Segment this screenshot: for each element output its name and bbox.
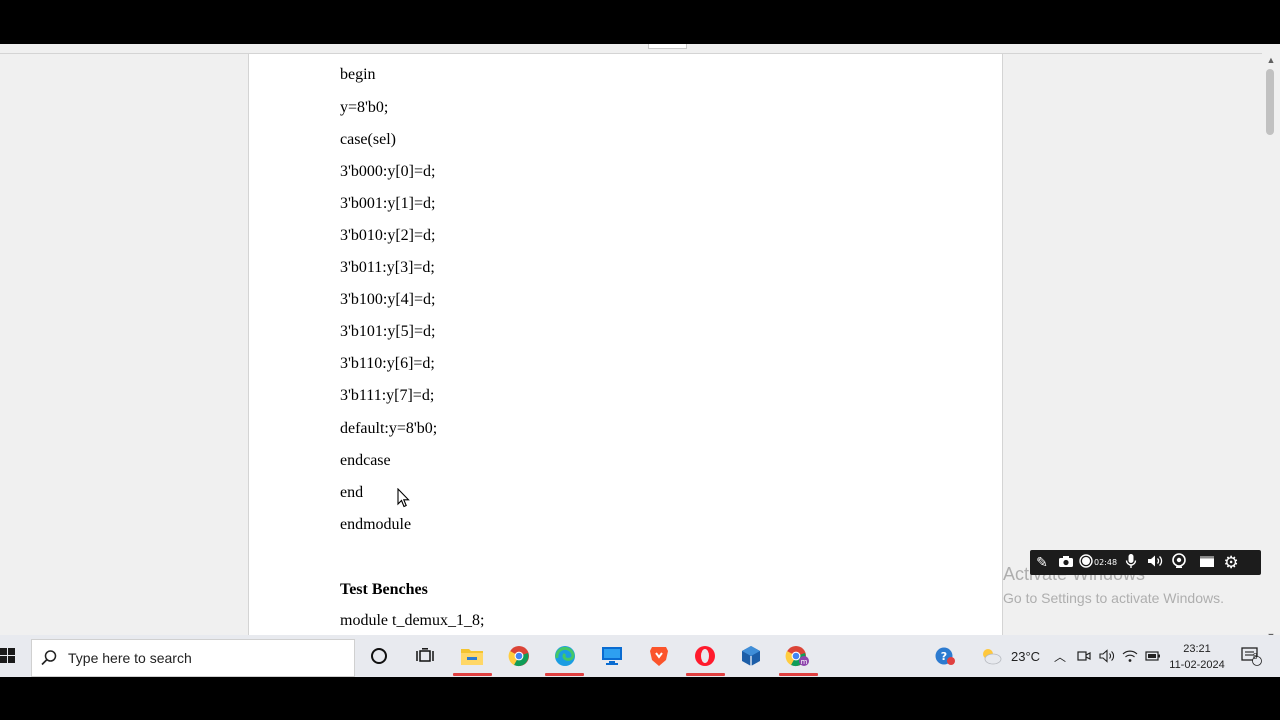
word-document-window: begin y=8'b0; case(sel) 3'b000:y[0]=d; 3'b00… xyxy=(0,44,1280,677)
window-icon[interactable] xyxy=(1195,555,1219,571)
code-line: 3'b011:y[3]=d; xyxy=(340,259,435,276)
search-placeholder: Type here to search xyxy=(68,650,192,666)
code-line: y=8'b0; xyxy=(340,99,389,116)
clock-date: 11-02-2024 xyxy=(1169,659,1225,671)
pen-icon[interactable]: ✎ xyxy=(1030,554,1054,571)
code-line: default:y=8'b0; xyxy=(340,420,438,437)
weather-temperature[interactable]: 23°C xyxy=(1011,635,1040,677)
volume-icon[interactable] xyxy=(1099,635,1115,677)
chevron-up-icon[interactable]: ︿ xyxy=(1054,635,1066,677)
windows-taskbar: Type here to search m ? 23°C ︿ 23:21 11-… xyxy=(0,635,1280,677)
code-line: 3'b000:y[0]=d; xyxy=(340,163,436,180)
activate-windows-subtitle: Go to Settings to activate Windows. xyxy=(1003,590,1224,606)
screen-recorder-toolbar: ✎ 02:48 ⚙ xyxy=(1030,550,1261,575)
chrome-icon[interactable] xyxy=(506,643,532,669)
code-line: 3'b100:y[4]=d; xyxy=(340,291,436,308)
taskbar-search-box[interactable]: Type here to search xyxy=(31,639,355,677)
mouse-cursor-icon xyxy=(397,487,411,513)
code-line: 3'b110:y[6]=d; xyxy=(340,355,435,372)
chrome-profile-icon[interactable]: m xyxy=(785,643,811,669)
opera-active-indicator xyxy=(686,673,725,676)
battery-icon[interactable] xyxy=(1145,635,1161,677)
windows-logo-icon xyxy=(0,648,15,663)
clock-time: 23:21 xyxy=(1183,643,1211,655)
speaker-icon[interactable] xyxy=(1143,554,1167,571)
page-gap-handle[interactable] xyxy=(648,44,687,49)
notification-count: 8 xyxy=(1253,652,1258,661)
recording-timer: 02:48 xyxy=(1094,558,1118,567)
microphone-icon[interactable] xyxy=(1119,553,1143,572)
edge-icon[interactable] xyxy=(552,643,578,669)
notification-center-icon[interactable]: 8 xyxy=(1240,635,1262,677)
code-line: 3'b010:y[2]=d; xyxy=(340,227,436,244)
scroll-up-icon[interactable]: ▲ xyxy=(1266,55,1276,65)
weather-icon[interactable] xyxy=(978,643,1004,669)
remote-desktop-icon[interactable] xyxy=(599,643,625,669)
code-line: module t_demux_1_8; xyxy=(340,612,485,629)
code-line: 3'b111:y[7]=d; xyxy=(340,387,435,404)
document-page[interactable]: begin y=8'b0; case(sel) 3'b000:y[0]=d; 3'b00… xyxy=(248,54,1003,677)
code-line: endcase xyxy=(340,452,391,469)
record-icon[interactable] xyxy=(1078,554,1094,571)
opera-icon[interactable] xyxy=(692,643,718,669)
svg-text:m: m xyxy=(801,658,808,666)
brave-icon[interactable] xyxy=(646,643,672,669)
ruler-edge xyxy=(0,44,1262,54)
camera-icon[interactable] xyxy=(1054,555,1078,571)
search-icon xyxy=(41,650,57,666)
scrollbar-thumb[interactable] xyxy=(1266,69,1274,135)
wifi-icon[interactable] xyxy=(1122,635,1138,677)
help-icon[interactable]: ? xyxy=(932,643,958,669)
webcam-icon[interactable] xyxy=(1167,553,1191,572)
code-line: case(sel) xyxy=(340,131,396,148)
gear-icon[interactable]: ⚙ xyxy=(1219,553,1243,573)
file-explorer-active-indicator xyxy=(453,673,492,676)
taskbar-clock[interactable]: 23:21 11-02-2024 xyxy=(1166,641,1228,673)
task-view-icon[interactable] xyxy=(412,643,438,669)
start-button[interactable] xyxy=(0,635,28,677)
cortana-icon[interactable] xyxy=(366,643,392,669)
svg-text:?: ? xyxy=(941,650,947,663)
code-line: begin xyxy=(340,66,376,83)
chrome-profile-active-indicator xyxy=(779,673,818,676)
code-line: 3'b101:y[5]=d; xyxy=(340,323,436,340)
vertical-scrollbar[interactable]: ▲ ▼ xyxy=(1262,53,1280,677)
file-explorer-icon[interactable] xyxy=(459,643,485,669)
code-line: endmodule xyxy=(340,516,412,533)
meet-now-icon[interactable] xyxy=(1077,635,1091,677)
code-line: end xyxy=(340,484,364,501)
code-line: 3'b001:y[1]=d; xyxy=(340,195,436,212)
virtualbox-icon[interactable] xyxy=(738,643,764,669)
section-heading: Test Benches xyxy=(340,581,428,598)
edge-active-indicator xyxy=(545,673,584,676)
